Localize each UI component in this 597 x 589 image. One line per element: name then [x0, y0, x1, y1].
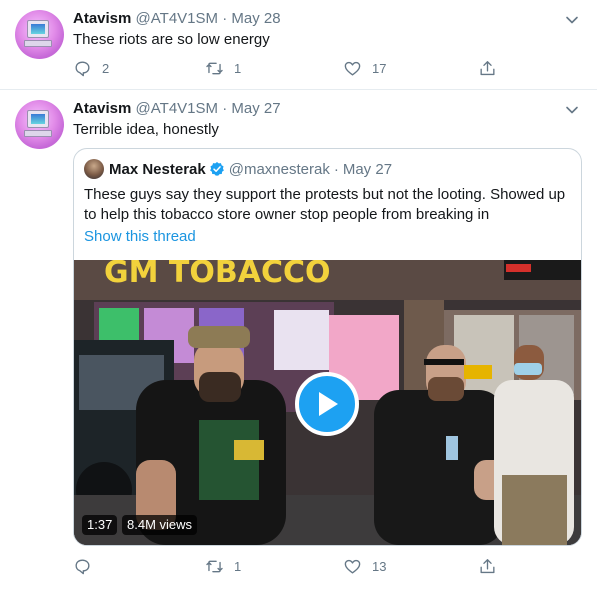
- separator: ·: [222, 100, 228, 117]
- avatar[interactable]: [15, 100, 64, 149]
- tweet-header: Atavism @AT4V1SM · May 28: [73, 10, 281, 27]
- play-button[interactable]: [295, 372, 359, 436]
- tweet-text: Terrible idea, honestly: [73, 121, 219, 138]
- tweet-text: These riots are so low energy: [73, 31, 270, 48]
- tweet-date[interactable]: May 27: [231, 100, 280, 117]
- share-icon: [480, 61, 495, 76]
- quote-avatar[interactable]: [84, 159, 104, 179]
- reply-icon: [75, 61, 90, 77]
- quote-author-handle[interactable]: @maxnesterak: [229, 161, 330, 178]
- tweet-actions: 1 13: [73, 557, 513, 579]
- retweet-button[interactable]: 1: [205, 557, 241, 576]
- like-button[interactable]: 17: [343, 59, 386, 78]
- tweet-actions: 2 1 17: [73, 59, 513, 81]
- video-player[interactable]: GM TOBACCO 1:37 8.4M views: [74, 260, 581, 545]
- play-icon: [319, 392, 338, 416]
- separator: ·: [222, 10, 228, 27]
- quote-text: These guys say they support the protests…: [84, 186, 566, 223]
- like-icon: [344, 61, 361, 76]
- like-icon: [344, 559, 361, 574]
- share-icon: [480, 559, 495, 574]
- reply-icon: [75, 559, 90, 575]
- tweet-header: Atavism @AT4V1SM · May 27: [73, 100, 281, 117]
- share-button[interactable]: [478, 557, 497, 576]
- retweet-count: 1: [234, 559, 242, 574]
- retweet-count: 1: [234, 61, 242, 76]
- chevron-down-icon[interactable]: [565, 13, 579, 27]
- quote-date[interactable]: May 27: [343, 161, 392, 178]
- video-views: 8.4M views: [122, 515, 198, 535]
- share-button[interactable]: [478, 59, 497, 78]
- quoted-tweet[interactable]: Max Nesterak @maxnesterak · May 27 These…: [73, 148, 582, 546]
- author-name[interactable]: Atavism: [73, 10, 131, 27]
- separator: ·: [333, 160, 339, 178]
- tweet[interactable]: Atavism @AT4V1SM · May 28 These riots ar…: [0, 0, 597, 90]
- like-count: 13: [372, 559, 387, 574]
- reply-button[interactable]: 2: [73, 59, 109, 78]
- verified-icon: [209, 162, 224, 176]
- like-count: 17: [372, 61, 387, 76]
- chevron-down-icon[interactable]: [565, 103, 579, 117]
- author-handle[interactable]: @AT4V1SM: [136, 100, 218, 117]
- video-duration: 1:37: [82, 515, 118, 535]
- show-thread-link[interactable]: Show this thread: [84, 228, 196, 245]
- author-handle[interactable]: @AT4V1SM: [136, 10, 218, 27]
- author-name[interactable]: Atavism: [73, 100, 131, 117]
- reply-button[interactable]: [73, 557, 102, 576]
- like-button[interactable]: 13: [343, 557, 386, 576]
- retweet-icon: [206, 62, 223, 75]
- tweet-date[interactable]: May 28: [231, 10, 280, 27]
- quote-header: Max Nesterak @maxnesterak · May 27: [84, 159, 392, 179]
- store-sign-text: GM TOBACCO: [104, 260, 331, 290]
- reply-count: 2: [102, 61, 110, 76]
- retweet-button[interactable]: 1: [205, 59, 241, 78]
- retweet-icon: [206, 560, 223, 573]
- quote-author-name[interactable]: Max Nesterak: [109, 161, 206, 178]
- tweet[interactable]: Atavism @AT4V1SM · May 27 Terrible idea,…: [0, 90, 597, 589]
- avatar[interactable]: [15, 10, 64, 59]
